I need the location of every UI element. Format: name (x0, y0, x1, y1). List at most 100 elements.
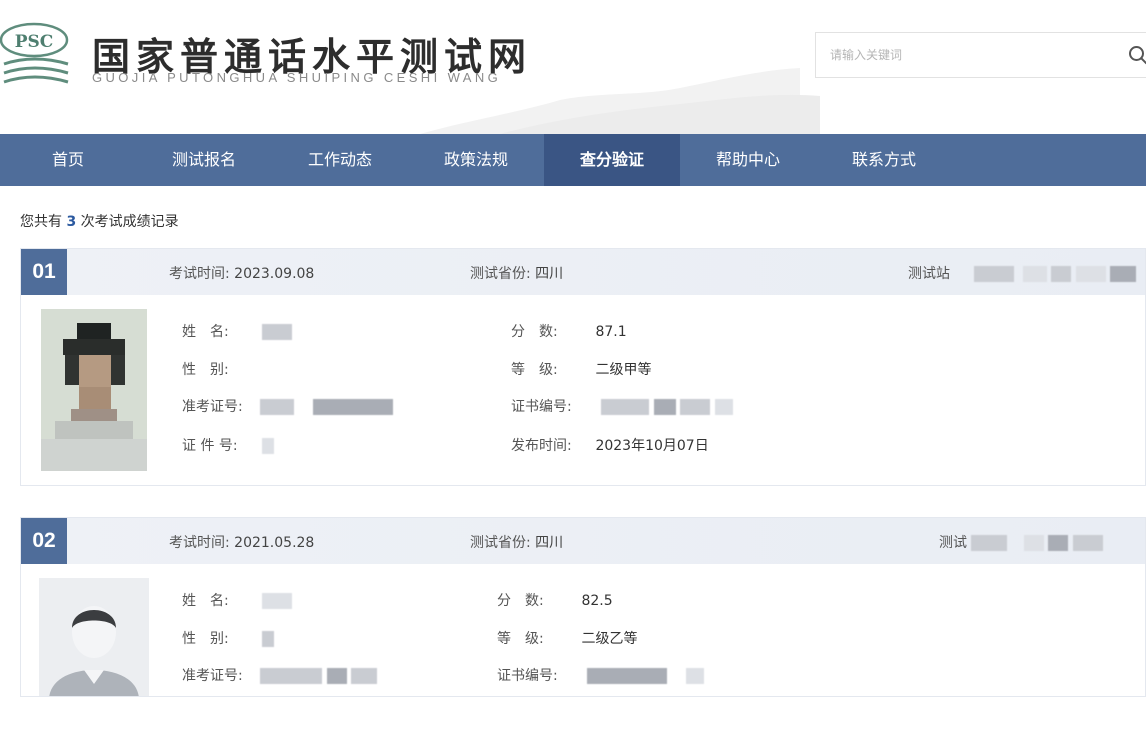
publish-label: 发布时间: (511, 438, 572, 454)
level-value: 二级乙等 (581, 631, 638, 647)
redacted-certificate (587, 668, 668, 684)
redacted-admission (351, 668, 378, 684)
gender-field: 性 别: (182, 359, 229, 379)
nav-policies[interactable]: 政策法规 (408, 134, 544, 186)
test-province: 测试省份: 四川 (470, 532, 563, 552)
redacted-station (971, 535, 1008, 551)
redacted-station (1072, 535, 1103, 551)
nav-test-registration[interactable]: 测试报名 (136, 134, 272, 186)
record-header: 01 考试时间: 2023.09.08 测试省份: 四川 测试站 (21, 249, 1145, 295)
search-icon[interactable] (1128, 45, 1146, 65)
redacted-admission (260, 668, 323, 684)
exam-time: 考试时间: 2023.09.08 (169, 263, 314, 283)
candidate-photo (39, 578, 149, 696)
redacted-admission (326, 668, 347, 684)
admission-label: 准考证号: (182, 399, 243, 415)
level-value: 二级甲等 (595, 362, 652, 378)
svg-text:PSC: PSC (15, 32, 54, 52)
redacted-station (1023, 535, 1044, 551)
exam-time-value: 2021.05.28 (234, 535, 315, 551)
nav-help-center[interactable]: 帮助中心 (680, 134, 816, 186)
province-label: 测试省份: (470, 266, 531, 282)
search-input[interactable] (816, 33, 1116, 77)
record-index: 01 (21, 249, 67, 295)
record-header: 02 考试时间: 2021.05.28 测试省份: 四川 测试 (21, 518, 1145, 564)
record-summary: 您共有 3 次考试成绩记录 (20, 211, 179, 231)
score-label: 分 数: (497, 593, 544, 609)
admission-label: 准考证号: (182, 668, 243, 684)
redacted-certificate (714, 399, 733, 415)
level-label: 等 级: (511, 362, 558, 378)
search-box (815, 32, 1146, 78)
summary-prefix: 您共有 (20, 214, 62, 230)
redacted-gender (262, 631, 275, 647)
name-label: 姓 名: (182, 324, 229, 340)
nav-work-news[interactable]: 工作动态 (272, 134, 408, 186)
summary-suffix: 次考试成绩记录 (80, 214, 179, 230)
score-field: 分 数: 87.1 (511, 321, 627, 341)
exam-time-label: 考试时间: (169, 535, 230, 551)
main-nav: 首页 测试报名 工作动态 政策法规 查分验证 帮助中心 联系方式 (0, 134, 1146, 186)
test-station: 测试 (939, 532, 1103, 552)
redacted-name (262, 324, 293, 340)
nav-score-verification[interactable]: 查分验证 (544, 134, 680, 186)
redacted-station (1022, 266, 1047, 282)
name-field: 姓 名: (182, 590, 293, 610)
redacted-station (1048, 535, 1069, 551)
score-record-card: 02 考试时间: 2021.05.28 测试省份: 四川 测试 姓 名: 性 别… (20, 517, 1146, 697)
publish-time-field: 发布时间: 2023年10月07日 (511, 435, 709, 455)
gender-label: 性 别: (182, 362, 229, 378)
level-label: 等 级: (497, 631, 544, 647)
certificate-number-field: 证书编号: (511, 396, 733, 416)
admission-number-field: 准考证号: (182, 396, 393, 416)
score-record-card: 01 考试时间: 2023.09.08 测试省份: 四川 测试站 姓 名: 性 … (20, 248, 1146, 486)
redacted-admission (312, 399, 393, 415)
redacted-admission (260, 399, 295, 415)
redacted-id (262, 438, 275, 454)
gender-label: 性 别: (182, 631, 229, 647)
record-index: 02 (21, 518, 67, 564)
redacted-certificate (680, 399, 711, 415)
station-label: 测试站 (908, 266, 950, 282)
redacted-station (1051, 266, 1072, 282)
nav-home[interactable]: 首页 (0, 134, 136, 186)
test-province: 测试省份: 四川 (470, 263, 563, 283)
certificate-number-field: 证书编号: (497, 665, 704, 685)
test-station: 测试站 (908, 263, 1137, 283)
province-value: 四川 (535, 266, 564, 282)
certificate-label: 证书编号: (497, 668, 558, 684)
redacted-certificate (601, 399, 650, 415)
id-label: 证 件 号: (182, 438, 238, 454)
province-label: 测试省份: (470, 535, 531, 551)
exam-time: 考试时间: 2021.05.28 (169, 532, 314, 552)
redacted-name (262, 593, 293, 609)
redacted-station (1110, 266, 1137, 282)
redacted-certificate (685, 668, 704, 684)
exam-time-value: 2023.09.08 (234, 266, 315, 282)
site-subtitle: GUOJIA PUTONGHUA SHUIPING CESHI WANG (92, 70, 502, 85)
site-header: PSC 国家普通话水平测试网 GUOJIA PUTONGHUA SHUIPING… (0, 0, 1146, 134)
score-field: 分 数: 82.5 (497, 590, 613, 610)
psc-logo-icon[interactable]: PSC (0, 18, 76, 92)
nav-contact[interactable]: 联系方式 (816, 134, 952, 186)
gender-field: 性 别: (182, 628, 275, 648)
name-field: 姓 名: (182, 321, 293, 341)
score-value: 87.1 (595, 324, 627, 340)
redacted-station (974, 266, 1015, 282)
province-value: 四川 (535, 535, 564, 551)
station-label: 测试 (939, 535, 967, 551)
level-field: 等 级: 二级乙等 (497, 628, 637, 648)
redacted-station (1075, 266, 1106, 282)
candidate-photo (41, 309, 147, 471)
redacted-certificate (653, 399, 676, 415)
name-label: 姓 名: (182, 593, 229, 609)
score-value: 82.5 (581, 593, 613, 609)
level-field: 等 级: 二级甲等 (511, 359, 651, 379)
certificate-label: 证书编号: (511, 399, 572, 415)
id-number-field: 证 件 号: (182, 435, 275, 455)
admission-number-field: 准考证号: (182, 665, 378, 685)
score-label: 分 数: (511, 324, 558, 340)
exam-time-label: 考试时间: (169, 266, 230, 282)
record-count: 3 (66, 214, 77, 230)
publish-time-value: 2023年10月07日 (595, 438, 709, 454)
